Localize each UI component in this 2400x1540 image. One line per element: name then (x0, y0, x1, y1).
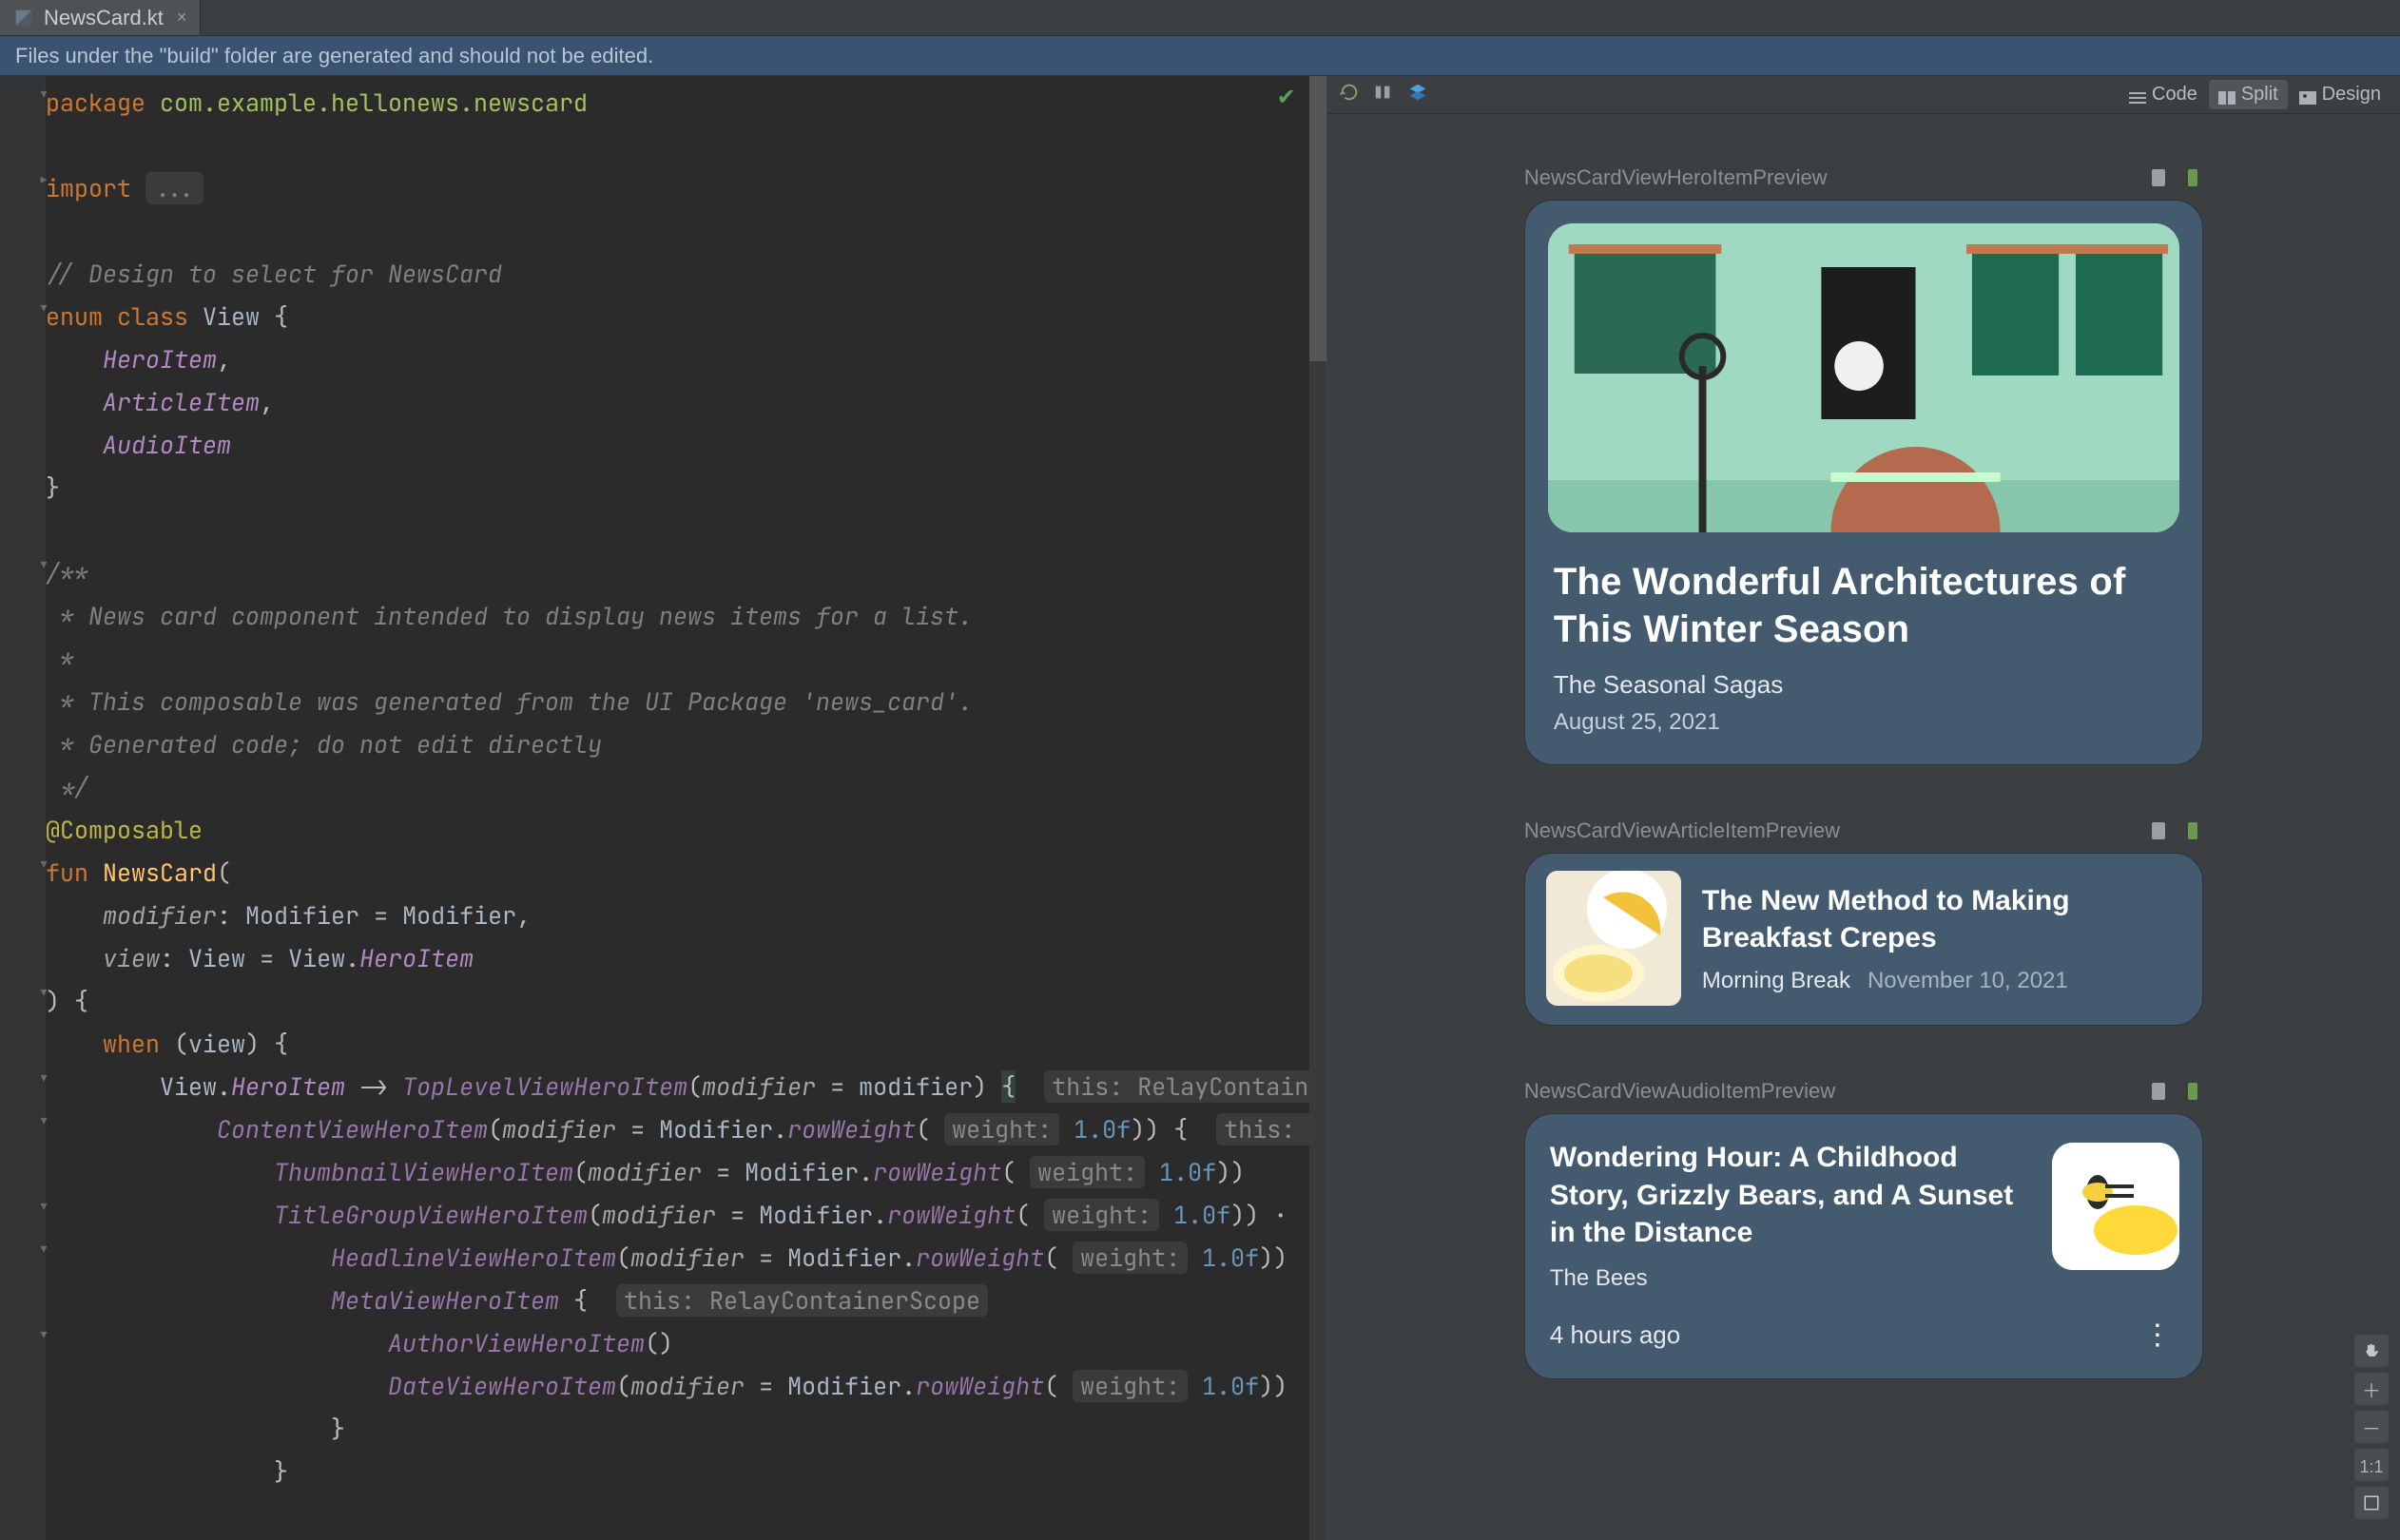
view-mode-split[interactable]: Split (2209, 80, 2288, 109)
article-headline: The New Method to Making Breakfast Crepe… (1702, 882, 2179, 956)
more-options-icon[interactable]: ⋮ (2143, 1319, 2174, 1352)
preview-pane: Code Split Design NewsCardViewHeroItemPr… (1327, 76, 2400, 1540)
editor-scrollbar[interactable] (1309, 76, 1326, 1540)
preview-label: NewsCardViewArticleItemPreview (1524, 818, 1840, 843)
code-editor[interactable]: ▾ ▸ ▾ ▾ ▾ ▾ ▾ ▾ ▾ ▾ ▾ ✔ package com.exam… (0, 76, 1327, 1540)
zoom-controls: ＋ － 1:1 (2352, 1335, 2390, 1519)
view-mode-code[interactable]: Code (2119, 80, 2207, 109)
code-view-icon (2129, 88, 2146, 102)
preview-hero-item: NewsCardViewHeroItemPreview (1524, 165, 2203, 765)
preview-canvas[interactable]: NewsCardViewHeroItemPreview (1327, 114, 2400, 1540)
preview-audio-item: NewsCardViewAudioItemPreview Wondering H… (1524, 1079, 2203, 1379)
hero-card[interactable]: The Wonderful Architectures of This Wint… (1524, 200, 2203, 765)
code-content[interactable]: package com.example.hellonews.newscard i… (46, 82, 1311, 1540)
zoom-fit-button[interactable] (2354, 1487, 2389, 1519)
file-tab-newscard[interactable]: NewsCard.kt × (0, 0, 201, 35)
animation-preview-icon[interactable] (2182, 167, 2203, 188)
audio-author: The Bees (1550, 1265, 2031, 1292)
deploy-preview-icon[interactable] (2148, 167, 2169, 188)
animation-preview-icon[interactable] (2182, 1081, 2203, 1102)
view-mode-label: Design (2322, 84, 2381, 106)
audio-headline: Wondering Hour: A Childhood Story, Grizz… (1550, 1139, 2031, 1252)
article-author: Morning Break (1702, 968, 1850, 994)
pan-tool-button[interactable] (2354, 1335, 2389, 1367)
warning-text: Files under the "build" folder are gener… (15, 44, 653, 68)
interactive-preview-icon[interactable] (1373, 82, 1394, 103)
layers-icon[interactable] (1407, 82, 1428, 103)
preview-label: NewsCardViewHeroItemPreview (1524, 165, 1828, 190)
editor-gutter: ▾ ▸ ▾ ▾ ▾ ▾ ▾ ▾ ▾ ▾ ▾ (0, 76, 46, 1540)
refresh-icon[interactable] (1339, 82, 1360, 103)
deploy-preview-icon[interactable] (2148, 1081, 2169, 1102)
zoom-in-button[interactable]: ＋ (2354, 1373, 2389, 1405)
deploy-preview-icon[interactable] (2148, 820, 2169, 841)
close-icon[interactable]: × (177, 8, 187, 28)
hero-headline: The Wonderful Architectures of This Wint… (1525, 532, 2202, 657)
zoom-out-button[interactable]: － (2354, 1411, 2389, 1443)
audio-card[interactable]: Wondering Hour: A Childhood Story, Grizz… (1524, 1113, 2203, 1379)
audio-time: 4 hours ago (1550, 1320, 1680, 1350)
generated-file-warning-bar: Files under the "build" folder are gener… (0, 36, 2400, 76)
audio-thumbnail-image (2052, 1143, 2179, 1270)
file-tab-label: NewsCard.kt (44, 6, 164, 30)
view-mode-label: Code (2152, 84, 2197, 106)
preview-article-item: NewsCardViewArticleItemPreview (1524, 818, 2203, 1026)
view-mode-design[interactable]: Design (2290, 80, 2390, 109)
scrollbar-thumb[interactable] (1309, 76, 1326, 361)
animation-preview-icon[interactable] (2182, 820, 2203, 841)
preview-label: NewsCardViewAudioItemPreview (1524, 1079, 1835, 1104)
design-view-icon (2299, 88, 2316, 102)
article-card[interactable]: The New Method to Making Breakfast Crepe… (1524, 853, 2203, 1026)
split-view: ▾ ▸ ▾ ▾ ▾ ▾ ▾ ▾ ▾ ▾ ▾ ✔ package com.exam… (0, 76, 2400, 1540)
hero-author: The Seasonal Sagas (1525, 657, 2202, 700)
view-mode-toolbar: Code Split Design (1327, 76, 2400, 114)
article-date: November 10, 2021 (1868, 968, 2068, 994)
hero-thumbnail-image (1548, 223, 2179, 532)
article-thumbnail-image (1546, 871, 1681, 1006)
view-mode-label: Split (2241, 84, 2278, 106)
kotlin-file-icon (13, 8, 34, 29)
zoom-reset-button[interactable]: 1:1 (2354, 1449, 2389, 1481)
hero-date: August 25, 2021 (1525, 700, 2202, 764)
editor-tab-bar: NewsCard.kt × (0, 0, 2400, 36)
split-view-icon (2218, 88, 2235, 102)
